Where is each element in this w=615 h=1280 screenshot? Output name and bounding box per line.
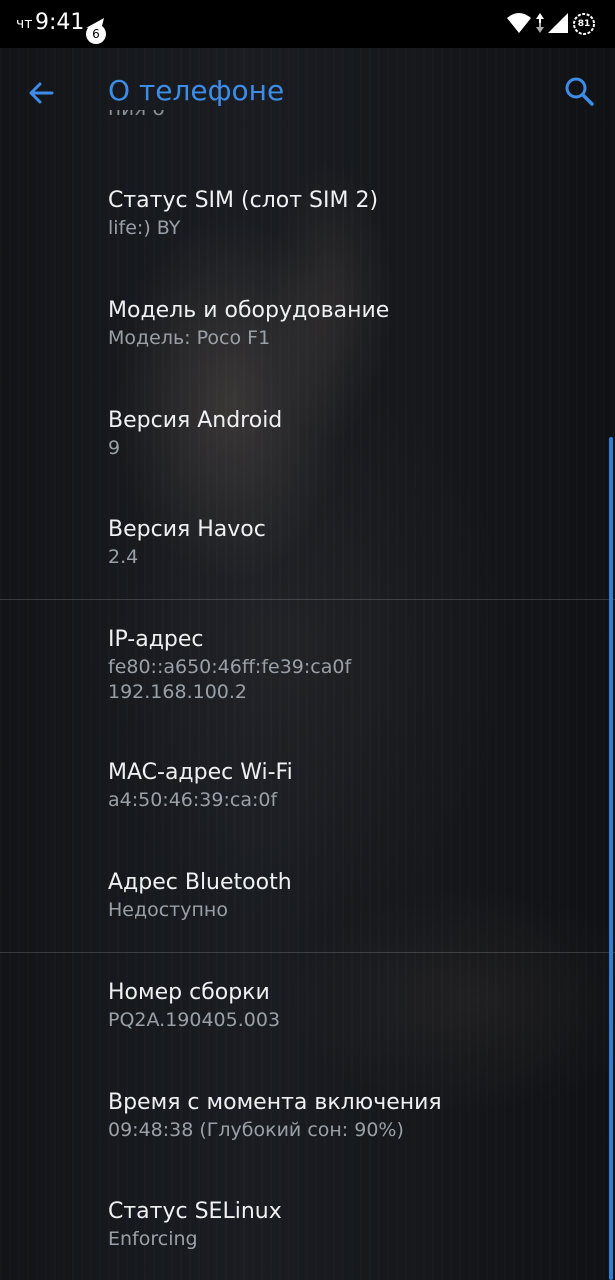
item-subtitle: 09:48:38 (Глубокий сон: 90%) [108, 1119, 404, 1141]
screen: чт 9:41 6 81 О телефоне Статус SIM (слот… [0, 0, 615, 1280]
list-item-bluetooth-address[interactable]: Адрес Bluetooth Недоступно [108, 868, 588, 923]
item-subtitle: 9 [108, 437, 121, 459]
item-title: Статус SIM (слот SIM 2) [108, 188, 379, 213]
list-item-havoc-version[interactable]: Версия Havoc 2.4 [108, 515, 588, 570]
cut-off-list-item[interactable]: ния о [108, 110, 165, 132]
status-time: 9:41 [35, 10, 85, 35]
item-subtitle: life:) BY [108, 217, 181, 239]
status-bar: чт 9:41 6 81 [0, 0, 615, 48]
list-item-sim-status[interactable]: Статус SIM (слот SIM 2) life:) BY [108, 186, 588, 241]
list-item-selinux-status[interactable]: Статус SELinux Enforcing [108, 1197, 588, 1252]
section-divider [0, 599, 615, 600]
item-title: Статус SELinux [108, 1199, 282, 1224]
search-icon[interactable] [562, 74, 596, 108]
item-subtitle: 2.4 [108, 546, 139, 568]
item-title: Адрес Bluetooth [108, 870, 292, 895]
back-arrow-icon[interactable] [24, 76, 58, 110]
item-subtitle: Модель: Poco F1 [108, 327, 271, 349]
list-item-model-hardware[interactable]: Модель и оборудование Модель: Poco F1 [108, 296, 588, 351]
list-item-wifi-mac[interactable]: MAC-адрес Wi-Fi a4:50:46:39:ca:0f [108, 758, 588, 813]
section-divider [0, 952, 615, 953]
item-subtitle-2: 192.168.100.2 [108, 681, 248, 703]
list-item-uptime[interactable]: Время с момента включения 09:48:38 (Глуб… [108, 1088, 588, 1143]
item-subtitle: a4:50:46:39:ca:0f [108, 789, 278, 811]
list-item-android-version[interactable]: Версия Android 9 [108, 406, 588, 461]
item-title: Модель и оборудование [108, 298, 390, 323]
notification-count-badge: 6 [86, 24, 106, 44]
item-title: MAC-адрес Wi-Fi [108, 760, 293, 785]
item-subtitle: PQ2A.190405.003 [108, 1009, 281, 1031]
data-activity-icon [536, 13, 544, 33]
item-subtitle: fe80::a650:46ff:fe39:ca0f [108, 656, 352, 678]
list-item-build-number[interactable]: Номер сборки PQ2A.190405.003 [108, 978, 588, 1033]
scrollbar[interactable] [609, 437, 613, 1280]
cut-off-item-text: ния о [108, 110, 165, 120]
battery-level-text: 81 [577, 19, 591, 29]
item-title: Версия Havoc [108, 517, 266, 542]
wifi-icon [507, 13, 531, 33]
app-bar: О телефоне [0, 48, 615, 136]
item-title: Версия Android [108, 408, 283, 433]
item-subtitle: Недоступно [108, 899, 228, 921]
item-title: IP-адрес [108, 627, 204, 652]
list-item-ip-address[interactable]: IP-адрес fe80::a650:46ff:fe39:ca0f 192.1… [108, 625, 588, 705]
page-title: О телефоне [108, 74, 285, 107]
item-title: Номер сборки [108, 980, 270, 1005]
item-title: Время с момента включения [108, 1090, 442, 1115]
status-day: чт [16, 16, 33, 32]
cell-signal-icon [548, 13, 568, 33]
item-subtitle: Enforcing [108, 1228, 198, 1250]
